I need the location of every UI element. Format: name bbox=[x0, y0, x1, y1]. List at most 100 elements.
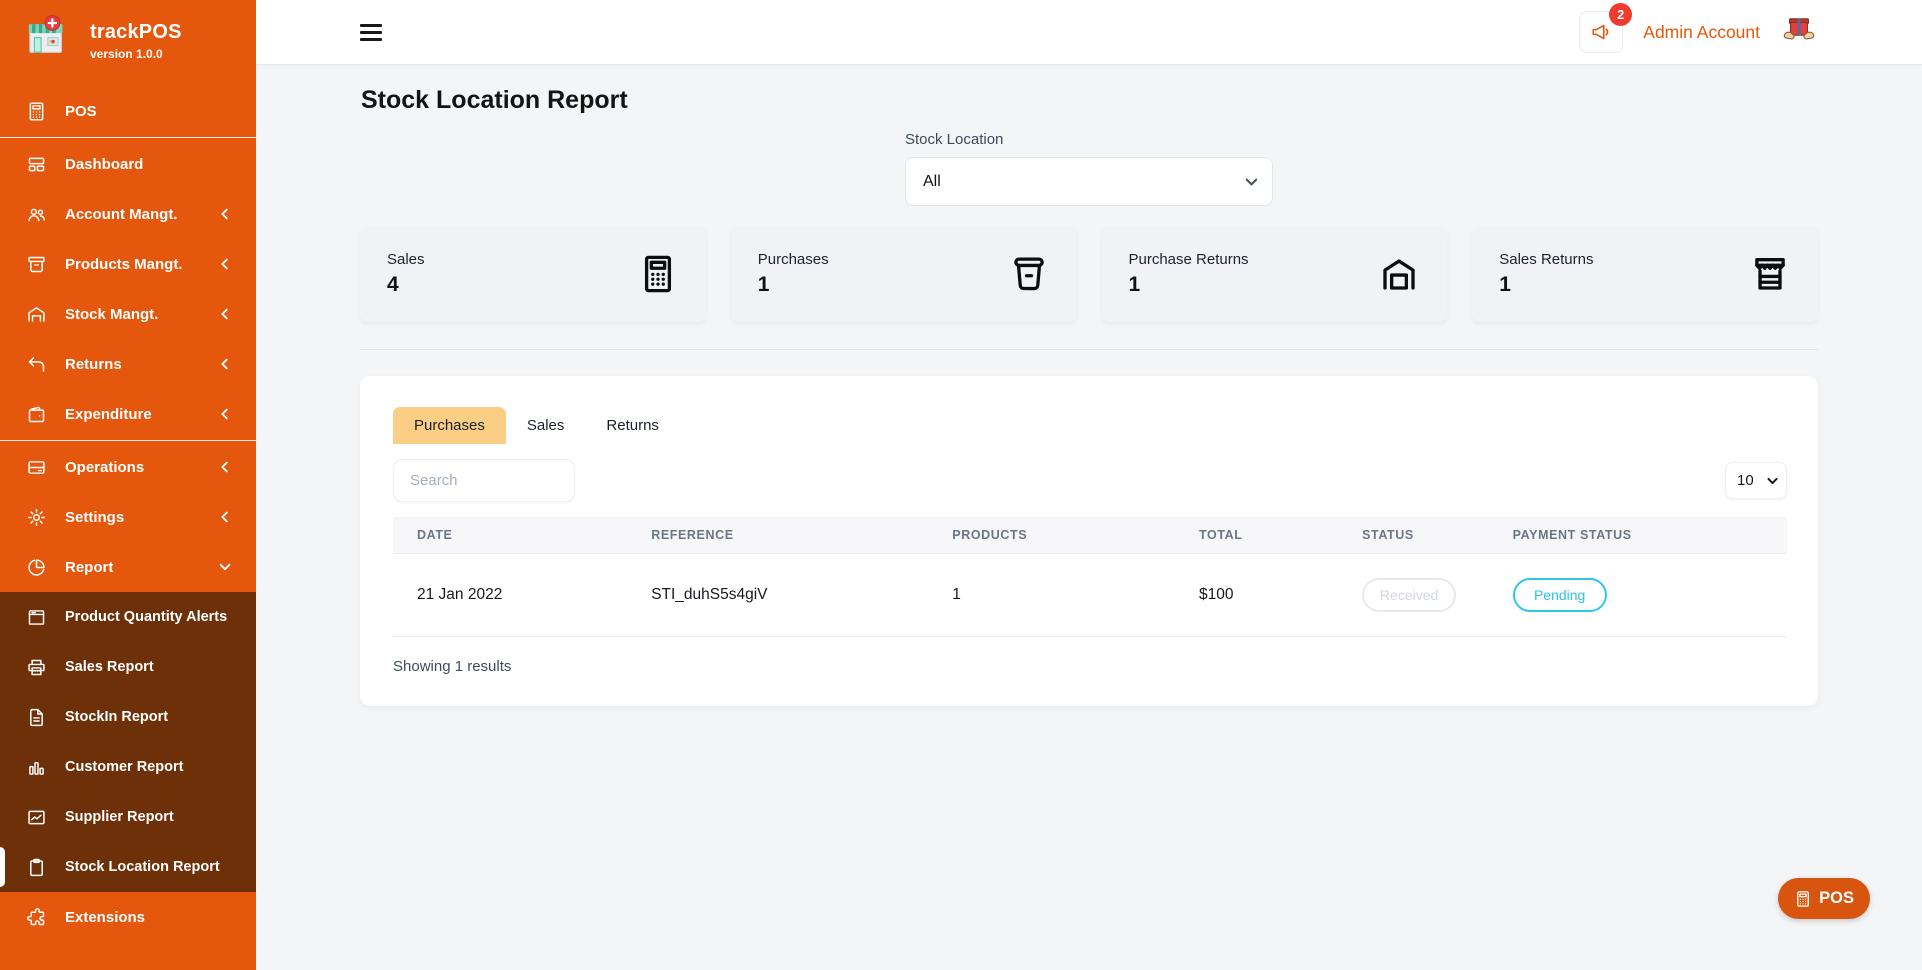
page-size-select[interactable]: 10 bbox=[1725, 462, 1787, 499]
page-title: Stock Location Report bbox=[361, 86, 1818, 115]
stat-card-purchase-returns: Purchase Returns 1 bbox=[1102, 226, 1448, 322]
stock-location-filter: Stock Location All bbox=[905, 131, 1273, 206]
sidebar-item-label: Stock Mangt. bbox=[65, 306, 158, 323]
column-header-payment-status: PAYMENT STATUS bbox=[1489, 517, 1787, 554]
storefront-icon bbox=[1749, 253, 1791, 295]
archive-icon bbox=[26, 254, 47, 275]
tab-purchases[interactable]: Purchases bbox=[393, 407, 506, 444]
report-submenu: Product Quantity Alerts Sales Report Sto… bbox=[0, 592, 256, 892]
topbar: 2 Admin Account bbox=[256, 0, 1922, 65]
document-icon bbox=[26, 707, 47, 728]
megaphone-icon bbox=[1590, 21, 1612, 43]
sidebar-item-expenditure[interactable]: Expenditure bbox=[0, 389, 256, 439]
return-arrow-icon bbox=[26, 354, 47, 375]
container-icon bbox=[1008, 253, 1050, 295]
stat-card-sales: Sales 4 bbox=[360, 226, 706, 322]
pos-floating-button[interactable]: POS bbox=[1778, 878, 1870, 919]
sidebar-item-report[interactable]: Report bbox=[0, 542, 256, 592]
sidebar-item-stock-mangt[interactable]: Stock Mangt. bbox=[0, 289, 256, 339]
stat-card-sales-returns: Sales Returns 1 bbox=[1472, 226, 1818, 322]
account-label[interactable]: Admin Account bbox=[1643, 22, 1760, 43]
sidebar-item-label: Account Mangt. bbox=[65, 206, 178, 223]
chevron-left-icon bbox=[218, 510, 232, 524]
sidebar-item-dashboard[interactable]: Dashboard bbox=[0, 139, 256, 189]
sidebar-item-label: Product Quantity Alerts bbox=[65, 609, 227, 625]
sidebar-item-operations[interactable]: Operations bbox=[0, 442, 256, 492]
users-icon bbox=[26, 204, 47, 225]
hamburger-icon[interactable] bbox=[360, 24, 386, 41]
pos-button-label: POS bbox=[1819, 889, 1854, 908]
sidebar-item-label: Products Mangt. bbox=[65, 256, 183, 273]
payment-status-badge: Pending bbox=[1513, 578, 1607, 612]
column-header-products: PRODUCTS bbox=[928, 517, 1175, 554]
section-divider bbox=[360, 349, 1818, 350]
sidebar-item-customer-report[interactable]: Customer Report bbox=[0, 742, 256, 792]
sidebar-item-label: Sales Report bbox=[65, 659, 154, 675]
main-content: Stock Location Report Stock Location All… bbox=[256, 64, 1922, 970]
sidebar-item-label: Expenditure bbox=[65, 406, 152, 423]
trend-chart-icon bbox=[26, 807, 47, 828]
sidebar-item-stockin-report[interactable]: StockIn Report bbox=[0, 692, 256, 742]
status-badge: Received bbox=[1362, 578, 1456, 612]
column-header-reference: REFERENCE bbox=[627, 517, 928, 554]
cell-total: $100 bbox=[1175, 554, 1338, 637]
notifications-button[interactable]: 2 bbox=[1579, 11, 1623, 53]
storefront-logo bbox=[22, 14, 76, 68]
cell-products: 1 bbox=[928, 554, 1175, 637]
sidebar-item-account-mangt[interactable]: Account Mangt. bbox=[0, 189, 256, 239]
chevron-down-icon bbox=[218, 560, 232, 574]
sidebar-item-label: Dashboard bbox=[65, 156, 143, 173]
sidebar-item-label: Returns bbox=[65, 356, 122, 373]
calculator-icon bbox=[26, 101, 47, 122]
sidebar: trackPOS version 1.0.0 POS Dashboard Acc… bbox=[0, 0, 256, 970]
sidebar-item-sales-report[interactable]: Sales Report bbox=[0, 642, 256, 692]
sidebar-item-product-quantity-alerts[interactable]: Product Quantity Alerts bbox=[0, 592, 256, 642]
hands-holding-box-avatar[interactable] bbox=[1780, 13, 1818, 51]
notification-count-badge: 2 bbox=[1609, 3, 1632, 26]
sidebar-item-settings[interactable]: Settings bbox=[0, 492, 256, 542]
column-header-total: TOTAL bbox=[1175, 517, 1338, 554]
sidebar-item-supplier-report[interactable]: Supplier Report bbox=[0, 792, 256, 842]
search-input[interactable] bbox=[393, 459, 575, 502]
sidebar-item-label: Extensions bbox=[65, 909, 145, 926]
tab-returns[interactable]: Returns bbox=[585, 407, 680, 444]
stat-value: 1 bbox=[1499, 273, 1593, 297]
stat-label: Purchases bbox=[758, 251, 829, 268]
chevron-left-icon bbox=[218, 357, 232, 371]
chevron-left-icon bbox=[218, 307, 232, 321]
brand: trackPOS version 1.0.0 bbox=[0, 0, 256, 80]
stat-label: Purchase Returns bbox=[1129, 251, 1249, 268]
calculator-icon bbox=[1794, 890, 1812, 908]
sidebar-item-label: Settings bbox=[65, 509, 124, 526]
gear-icon bbox=[26, 507, 47, 528]
sidebar-item-label: StockIn Report bbox=[65, 709, 168, 725]
table-row[interactable]: 21 Jan 2022 STI_duhS5s4giV 1 $100 Receiv… bbox=[393, 554, 1787, 637]
sidebar-item-label: Supplier Report bbox=[65, 809, 174, 825]
sidebar-item-label: Customer Report bbox=[65, 759, 183, 775]
tab-sales[interactable]: Sales bbox=[506, 407, 586, 444]
sidebar-item-label: Report bbox=[65, 559, 113, 576]
sidebar-item-pos[interactable]: POS bbox=[0, 86, 256, 136]
stat-value: 4 bbox=[387, 273, 425, 297]
sidebar-item-stock-location-report[interactable]: Stock Location Report bbox=[0, 842, 256, 892]
sidebar-item-returns[interactable]: Returns bbox=[0, 339, 256, 389]
sidebar-item-products-mangt[interactable]: Products Mangt. bbox=[0, 239, 256, 289]
stat-cards: Sales 4 Purchases 1 Purchase Returns 1 bbox=[360, 226, 1818, 322]
column-header-date: DATE bbox=[393, 517, 627, 554]
column-header-status: STATUS bbox=[1338, 517, 1489, 554]
warehouse-icon bbox=[26, 304, 47, 325]
stat-card-purchases: Purchases 1 bbox=[731, 226, 1077, 322]
sidebar-item-label: Stock Location Report bbox=[65, 859, 220, 875]
brand-version: version 1.0.0 bbox=[90, 47, 182, 61]
tabs: Purchases Sales Returns bbox=[393, 407, 1787, 444]
sidebar-item-extensions[interactable]: Extensions bbox=[0, 892, 256, 942]
stat-label: Sales bbox=[387, 251, 425, 268]
stat-value: 1 bbox=[1129, 273, 1249, 297]
sidebar-nav: POS Dashboard Account Mangt. Products Ma… bbox=[0, 86, 256, 942]
brand-name: trackPOS bbox=[90, 21, 182, 44]
puzzle-icon bbox=[26, 907, 47, 928]
chevron-left-icon bbox=[218, 257, 232, 271]
results-summary: Showing 1 results bbox=[393, 658, 1787, 675]
stock-location-select[interactable]: All bbox=[905, 157, 1273, 206]
cell-date: 21 Jan 2022 bbox=[393, 554, 627, 637]
